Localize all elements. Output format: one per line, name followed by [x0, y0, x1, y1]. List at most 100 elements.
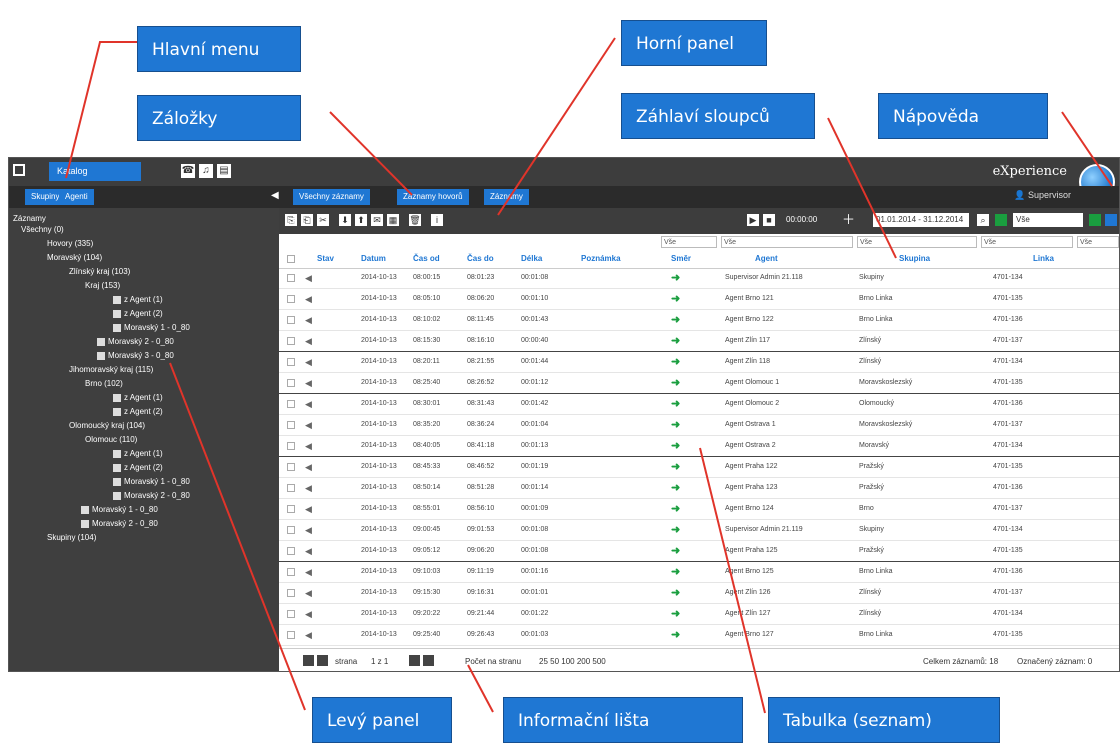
speaker-icon[interactable]: ◀ — [305, 567, 312, 578]
row-checkbox[interactable] — [287, 547, 295, 555]
speaker-icon[interactable]: ◀ — [305, 357, 312, 368]
speaker-icon[interactable]: ◀ — [305, 609, 312, 620]
filter-group-b[interactable]: Vše — [981, 236, 1073, 248]
info-icon[interactable]: i — [431, 214, 443, 226]
tree-item[interactable]: z Agent (1) — [113, 295, 163, 304]
refresh-icon[interactable] — [1089, 214, 1101, 226]
row-checkbox[interactable] — [287, 463, 295, 471]
row-checkbox[interactable] — [287, 274, 295, 282]
filter-icon[interactable] — [995, 214, 1007, 226]
tree-item[interactable]: Moravský 1 - 0_80 — [81, 505, 158, 514]
table-row[interactable]: ◀ ➜ 2014-10-13 08:50:14 08:51:28 00:01:14 Agen… — [279, 478, 1119, 499]
add-icon[interactable]: ＋ — [839, 213, 858, 227]
download-icon[interactable]: ⬇ — [339, 214, 351, 226]
row-checkbox[interactable] — [287, 421, 295, 429]
speaker-icon[interactable]: ◀ — [305, 315, 312, 326]
row-checkbox[interactable] — [287, 505, 295, 513]
view-select[interactable]: Vše — [1013, 213, 1083, 227]
tree-item[interactable]: Moravský 3 - 0_80 — [97, 351, 174, 360]
column-header-line[interactable]: Linka — [1033, 254, 1054, 263]
row-checkbox[interactable] — [287, 295, 295, 303]
table-row[interactable]: ◀ ➜ 2014-10-13 09:05:12 09:06:20 00:01:08 Agen… — [279, 541, 1119, 562]
speaker-icon[interactable]: ◀ — [305, 546, 312, 557]
tree-item[interactable]: Záznamy — [13, 214, 46, 223]
search-icon[interactable]: ⌕ — [977, 214, 989, 226]
tree-item[interactable]: Moravský 2 - 0_80 — [81, 519, 158, 528]
column-header-status[interactable]: Stav — [317, 254, 334, 263]
tree-item[interactable]: Brno (102) — [85, 379, 123, 388]
column-header-note[interactable]: Poznámka — [581, 254, 621, 263]
tree-item[interactable]: Olomouc (110) — [85, 435, 137, 444]
tree-item[interactable]: Hovory (335) — [47, 239, 93, 248]
table-row[interactable]: ◀ ➜ 2014-10-13 08:20:11 08:21:55 00:01:44 Agen… — [279, 352, 1119, 373]
speaker-icon[interactable]: ◀ — [305, 504, 312, 515]
tree-item[interactable]: Skupiny (104) — [47, 533, 96, 542]
tree-item[interactable]: Moravský 1 - 0_80 — [113, 323, 190, 332]
column-header-time-from[interactable]: Čas od — [413, 254, 440, 263]
cut-icon[interactable]: ✂ — [317, 214, 329, 226]
speaker-icon[interactable]: ◀ — [305, 336, 312, 347]
upload-icon[interactable]: ⬆ — [355, 214, 367, 226]
per-page-options[interactable]: 25 50 100 200 500 — [539, 657, 606, 666]
column-header-direction[interactable]: Směr — [671, 254, 691, 263]
date-range-input[interactable]: 01.01.2014 - 31.12.2014 — [873, 213, 969, 227]
speaker-icon[interactable]: ◀ — [305, 483, 312, 494]
table-row[interactable]: ◀ ➜ 2014-10-13 08:10:02 08:11:45 00:01:43 Agen… — [279, 310, 1119, 331]
prev-page-icon[interactable] — [317, 655, 328, 666]
table-row[interactable]: ◀ ➜ 2014-10-13 08:25:40 08:26:52 00:01:12 Agen… — [279, 373, 1119, 394]
document-icon[interactable]: ▤ — [217, 164, 231, 178]
row-checkbox[interactable] — [287, 610, 295, 618]
tree-item[interactable]: Moravský 2 - 0_80 — [113, 491, 190, 500]
table-row[interactable]: ◀ ➜ 2014-10-13 08:55:01 08:56:10 00:01:09 Agen… — [279, 499, 1119, 520]
tree-item[interactable]: Kraj (153) — [85, 281, 120, 290]
first-page-icon[interactable] — [303, 655, 314, 666]
table-row[interactable]: ◀ ➜ 2014-10-13 08:15:30 08:16:10 00:00:40 Agen… — [279, 331, 1119, 352]
user-label[interactable]: 👤 Supervisor — [1014, 190, 1071, 201]
tree-item[interactable]: Moravský 2 - 0_80 — [97, 337, 174, 346]
table-row[interactable]: ◀ ➜ 2014-10-13 08:35:20 08:36:24 00:01:04 Agen… — [279, 415, 1119, 436]
speaker-icon[interactable]: ◀ — [305, 420, 312, 431]
speaker-icon[interactable]: ◀ — [305, 525, 312, 536]
filter-direction[interactable]: Vše — [661, 236, 717, 248]
row-checkbox[interactable] — [287, 526, 295, 534]
filter-line[interactable]: Vše — [1077, 236, 1119, 248]
table-row[interactable]: ◀ ➜ 2014-10-13 09:20:22 09:21:44 00:01:22 Agen… — [279, 604, 1119, 625]
table-row[interactable]: ◀ ➜ 2014-10-13 08:45:33 08:46:52 00:01:19 Agen… — [279, 457, 1119, 478]
speaker-icon[interactable]: ◀ — [305, 399, 312, 410]
copy-icon[interactable]: ⎘ — [285, 214, 297, 226]
tree-item[interactable]: Moravský (104) — [47, 253, 102, 262]
paste-icon[interactable]: ⎗ — [301, 214, 313, 226]
table-row[interactable]: ◀ ➜ 2014-10-13 08:30:01 08:31:43 00:01:42 Agen… — [279, 394, 1119, 415]
table-row[interactable]: ◀ ➜ 2014-10-13 08:05:10 08:06:20 00:01:10 Agen… — [279, 289, 1119, 310]
row-checkbox[interactable] — [287, 400, 295, 408]
column-header-date[interactable]: Datum — [361, 254, 386, 263]
phone-icon[interactable]: ☎ — [181, 164, 195, 178]
tab-records[interactable]: Záznamy — [484, 189, 529, 205]
tree-item[interactable]: z Agent (1) — [113, 393, 163, 402]
speaker-icon[interactable]: ◀ — [305, 273, 312, 284]
mail-icon[interactable]: ✉ — [371, 214, 383, 226]
speaker-icon[interactable]: ◀ — [305, 462, 312, 473]
table-row[interactable]: ◀ ➜ 2014-10-13 09:15:30 09:16:31 00:01:01 Agen… — [279, 583, 1119, 604]
column-header-time-to[interactable]: Čas do — [467, 254, 494, 263]
row-checkbox[interactable] — [287, 358, 295, 366]
row-checkbox[interactable] — [287, 631, 295, 639]
speaker-icon[interactable]: ◀ — [305, 294, 312, 305]
row-checkbox[interactable] — [287, 568, 295, 576]
column-header-agent[interactable]: Agent — [755, 254, 778, 263]
speaker-icon[interactable]: ◀ — [305, 588, 312, 599]
delete-icon[interactable]: 🗑 — [409, 214, 421, 226]
play-icon[interactable]: ▶ — [747, 214, 759, 226]
tree-item[interactable]: z Agent (1) — [113, 449, 163, 458]
row-checkbox[interactable] — [287, 316, 295, 324]
speaker-icon[interactable]: ◀ — [305, 630, 312, 641]
table-row[interactable]: ◀ ➜ 2014-10-13 09:00:45 09:01:53 00:01:08 Supe… — [279, 520, 1119, 541]
headset-icon[interactable]: ♫ — [199, 164, 213, 178]
settings-icon[interactable] — [1105, 214, 1117, 226]
row-checkbox[interactable] — [287, 589, 295, 597]
menu-icon[interactable] — [13, 164, 25, 176]
tree-item[interactable]: Všechny (0) — [21, 225, 64, 234]
tree-item[interactable]: Zlínský kraj (103) — [69, 267, 130, 276]
row-checkbox[interactable] — [287, 484, 295, 492]
main-menu-button[interactable]: Katalog — [49, 162, 141, 181]
